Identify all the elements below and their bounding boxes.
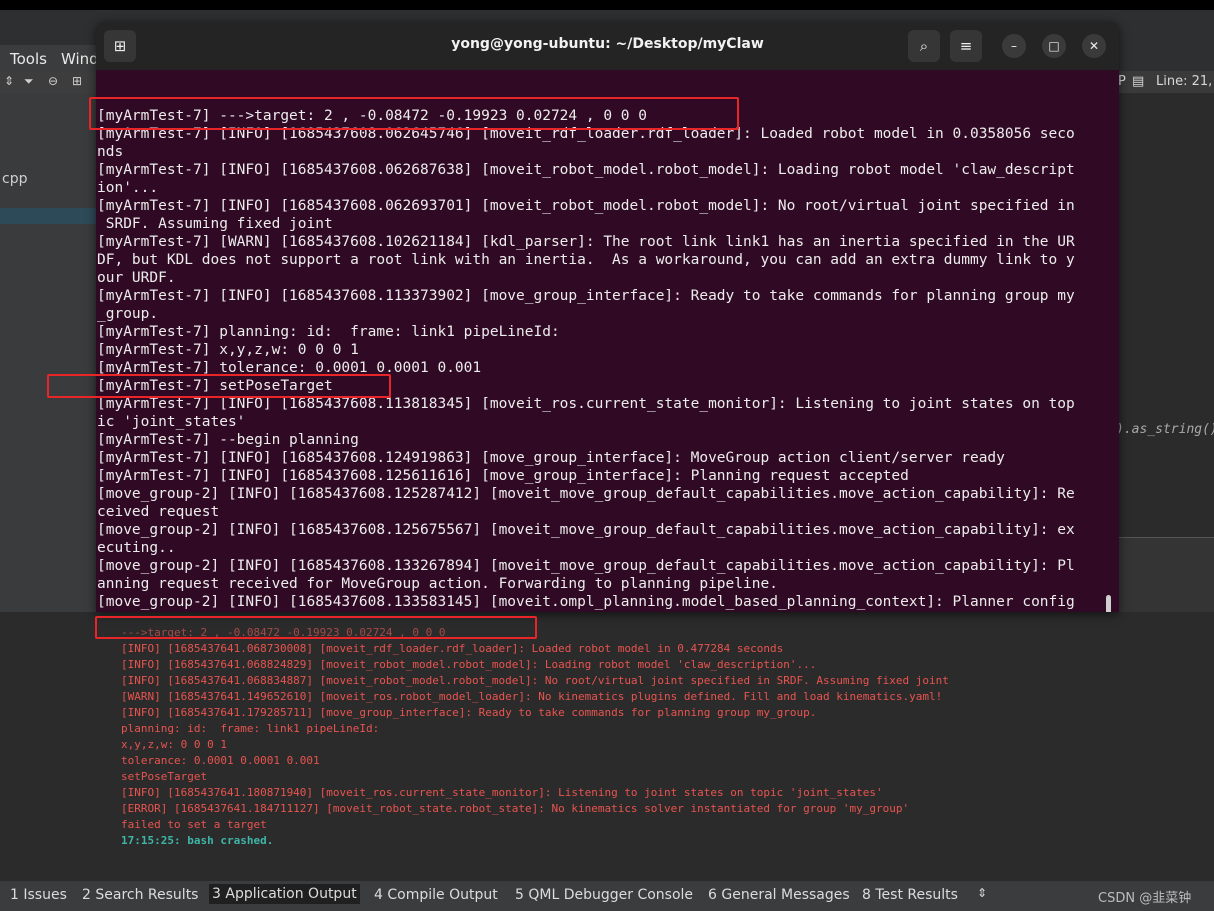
tab-number: 2 — [82, 887, 91, 903]
tab-label: Search Results — [95, 887, 199, 903]
output-line: [WARN] [1685437641.149652610] [moveit_ro… — [121, 690, 943, 703]
menu-tools[interactable]: Tools — [10, 50, 47, 68]
tab-number: 6 — [708, 887, 717, 903]
tab-label: Application Output — [225, 886, 357, 902]
document-icon[interactable]: ▤ — [1132, 74, 1144, 89]
tab-number: 3 — [212, 886, 221, 902]
output-line: setPoseTarget — [121, 770, 208, 783]
tab-label: Compile Output — [387, 887, 498, 903]
updown-icon[interactable]: ⇕ — [4, 74, 14, 88]
tab-number: 5 — [515, 887, 524, 903]
maximize-icon[interactable]: □ — [1042, 34, 1066, 58]
tab-label: Issues — [23, 887, 67, 903]
terminal-line: [myArmTest-7] [INFO] [1685437608.1249198… — [97, 450, 1005, 466]
tab-application-output[interactable]: 3 Application Output — [209, 884, 360, 904]
terminal-line: nds — [97, 144, 124, 160]
terminal-line: DF, but KDL does not support a root link… — [97, 252, 1075, 268]
terminal-line: [move_group-2] [INFO] [1685437608.133583… — [97, 594, 1075, 610]
tab-number: 8 — [862, 887, 871, 903]
split-icon[interactable]: ⊞ — [72, 74, 82, 88]
tab-label: Test Results — [875, 887, 958, 903]
terminal-line: [myArmTest-7] [WARN] [1685437608.1026211… — [97, 234, 1075, 250]
terminal-line: ion'... — [97, 180, 159, 196]
menu-window[interactable]: Wind — [61, 50, 99, 68]
tab-issues[interactable]: 1 Issues — [10, 887, 67, 903]
terminal-line: [myArmTest-7] [INFO] [1685437608.1256116… — [97, 468, 909, 484]
line-column-indicator[interactable]: Line: 21, — [1156, 74, 1212, 89]
editor-toolbar: P ▤ Line: 21, — [1118, 71, 1214, 93]
output-line: 17:15:25: bash crashed. — [121, 834, 274, 847]
pin-icon[interactable]: P — [1118, 74, 1126, 89]
tab-qml-debugger-console[interactable]: 5 QML Debugger Console — [515, 887, 693, 903]
terminal-line: [myArmTest-7] x,y,z,w: 0 0 0 1 — [97, 342, 359, 358]
chevron-updown-icon[interactable]: ⇕ — [977, 886, 987, 900]
code-editor[interactable]: ).as_string() — [1116, 93, 1214, 537]
terminal-line: our URDF. — [97, 270, 176, 286]
terminal-line: [myArmTest-7] [INFO] [1685437608.1138183… — [97, 396, 1075, 412]
sidebar-file-label[interactable]: cpp — [2, 171, 27, 187]
output-line: [INFO] [1685437641.179285711] [move_grou… — [121, 706, 817, 719]
watermark: CSDN @韭菜钟 — [1098, 891, 1192, 906]
tab-search-results[interactable]: 2 Search Results — [82, 887, 198, 903]
output-line: failed to set a target — [121, 818, 267, 831]
qt-menubar: Tools Wind — [0, 45, 100, 73]
tab-label: General Messages — [721, 887, 850, 903]
output-line: [INFO] [1685437641.068730008] [moveit_rd… — [121, 642, 784, 655]
project-sidebar: cpp — [0, 93, 100, 613]
output-line: [ERROR] [1685437641.184711127] [moveit_r… — [121, 802, 910, 815]
output-line: [INFO] [1685437641.180871940] [moveit_ro… — [121, 786, 883, 799]
terminal-line: ecuting.. — [97, 540, 176, 556]
desktop-topbar — [0, 0, 1214, 10]
terminal-line: [move_group-2] [INFO] [1685437608.125675… — [97, 522, 1075, 538]
sidebar-selected-row[interactable] — [0, 208, 100, 224]
tab-number: 4 — [374, 887, 383, 903]
highlight-box-setposetarget — [47, 374, 391, 398]
qt-toolbar: ⇕ ⏷ ⊖ ⊞ — [0, 71, 100, 94]
highlight-box-target — [89, 97, 739, 130]
terminal-titlebar[interactable]: ⊞ yong@yong-ubuntu: ~/Desktop/myClaw ⌕ ≡… — [96, 22, 1119, 70]
terminal-output[interactable]: [myArmTest-7] --->target: 2 , -0.08472 -… — [96, 70, 1119, 612]
terminal-line: [myArmTest-7] planning: id: frame: link1… — [97, 324, 560, 340]
terminal-line: ic 'joint_states' — [97, 414, 246, 430]
output-line: [INFO] [1685437641.068824829] [moveit_ro… — [121, 658, 817, 671]
tab-test-results[interactable]: 8 Test Results — [862, 887, 958, 903]
menu-icon[interactable]: ≡ — [950, 30, 982, 62]
search-icon[interactable]: ⌕ — [908, 30, 940, 62]
output-line: planning: id: frame: link1 pipeLineId: — [121, 722, 380, 735]
terminal-line: _group. — [97, 306, 159, 322]
output-line: x,y,z,w: 0 0 0 1 — [121, 738, 227, 751]
code-snippet: ).as_string() — [1116, 422, 1214, 437]
terminal-line: [move_group-2] [INFO] [1685437608.133267… — [97, 558, 1075, 574]
tab-general-messages[interactable]: 6 General Messages — [708, 887, 850, 903]
output-tabs-bar: 1 Issues 2 Search Results 3 Application Ou… — [0, 881, 1214, 911]
tab-compile-output[interactable]: 4 Compile Output — [374, 887, 498, 903]
filter-icon[interactable]: ⏷ — [24, 74, 34, 89]
terminal-line: [myArmTest-7] [INFO] [1685437608.1133739… — [97, 288, 1075, 304]
tab-label: QML Debugger Console — [528, 887, 694, 903]
terminal-line: SRDF. Assuming fixed joint — [97, 216, 333, 232]
terminal-scrollbar[interactable] — [1106, 595, 1111, 612]
highlight-box-output-target — [95, 616, 537, 639]
terminal-line: [myArmTest-7] --begin planning — [97, 432, 359, 448]
tab-number: 1 — [10, 887, 19, 903]
link-icon[interactable]: ⊖ — [48, 74, 58, 88]
terminal-line: anning request received for MoveGroup ac… — [97, 576, 778, 592]
terminal-line: [myArmTest-7] [INFO] [1685437608.0626876… — [97, 162, 1075, 178]
application-output-pane[interactable]: --->target: 2 , -0.08472 -0.19923 0.0272… — [0, 612, 1214, 882]
close-icon[interactable]: ✕ — [1082, 34, 1106, 58]
terminal-line: [move_group-2] [INFO] [1685437608.125287… — [97, 486, 1075, 502]
editor-lower-pane — [1118, 537, 1214, 614]
minimize-icon[interactable]: – — [1002, 34, 1026, 58]
terminal-line: [myArmTest-7] [INFO] [1685437608.0626937… — [97, 198, 1075, 214]
output-line: tolerance: 0.0001 0.0001 0.001 — [121, 754, 320, 767]
terminal-line: ceived request — [97, 504, 220, 520]
output-line: [INFO] [1685437641.068834887] [moveit_ro… — [121, 674, 949, 687]
